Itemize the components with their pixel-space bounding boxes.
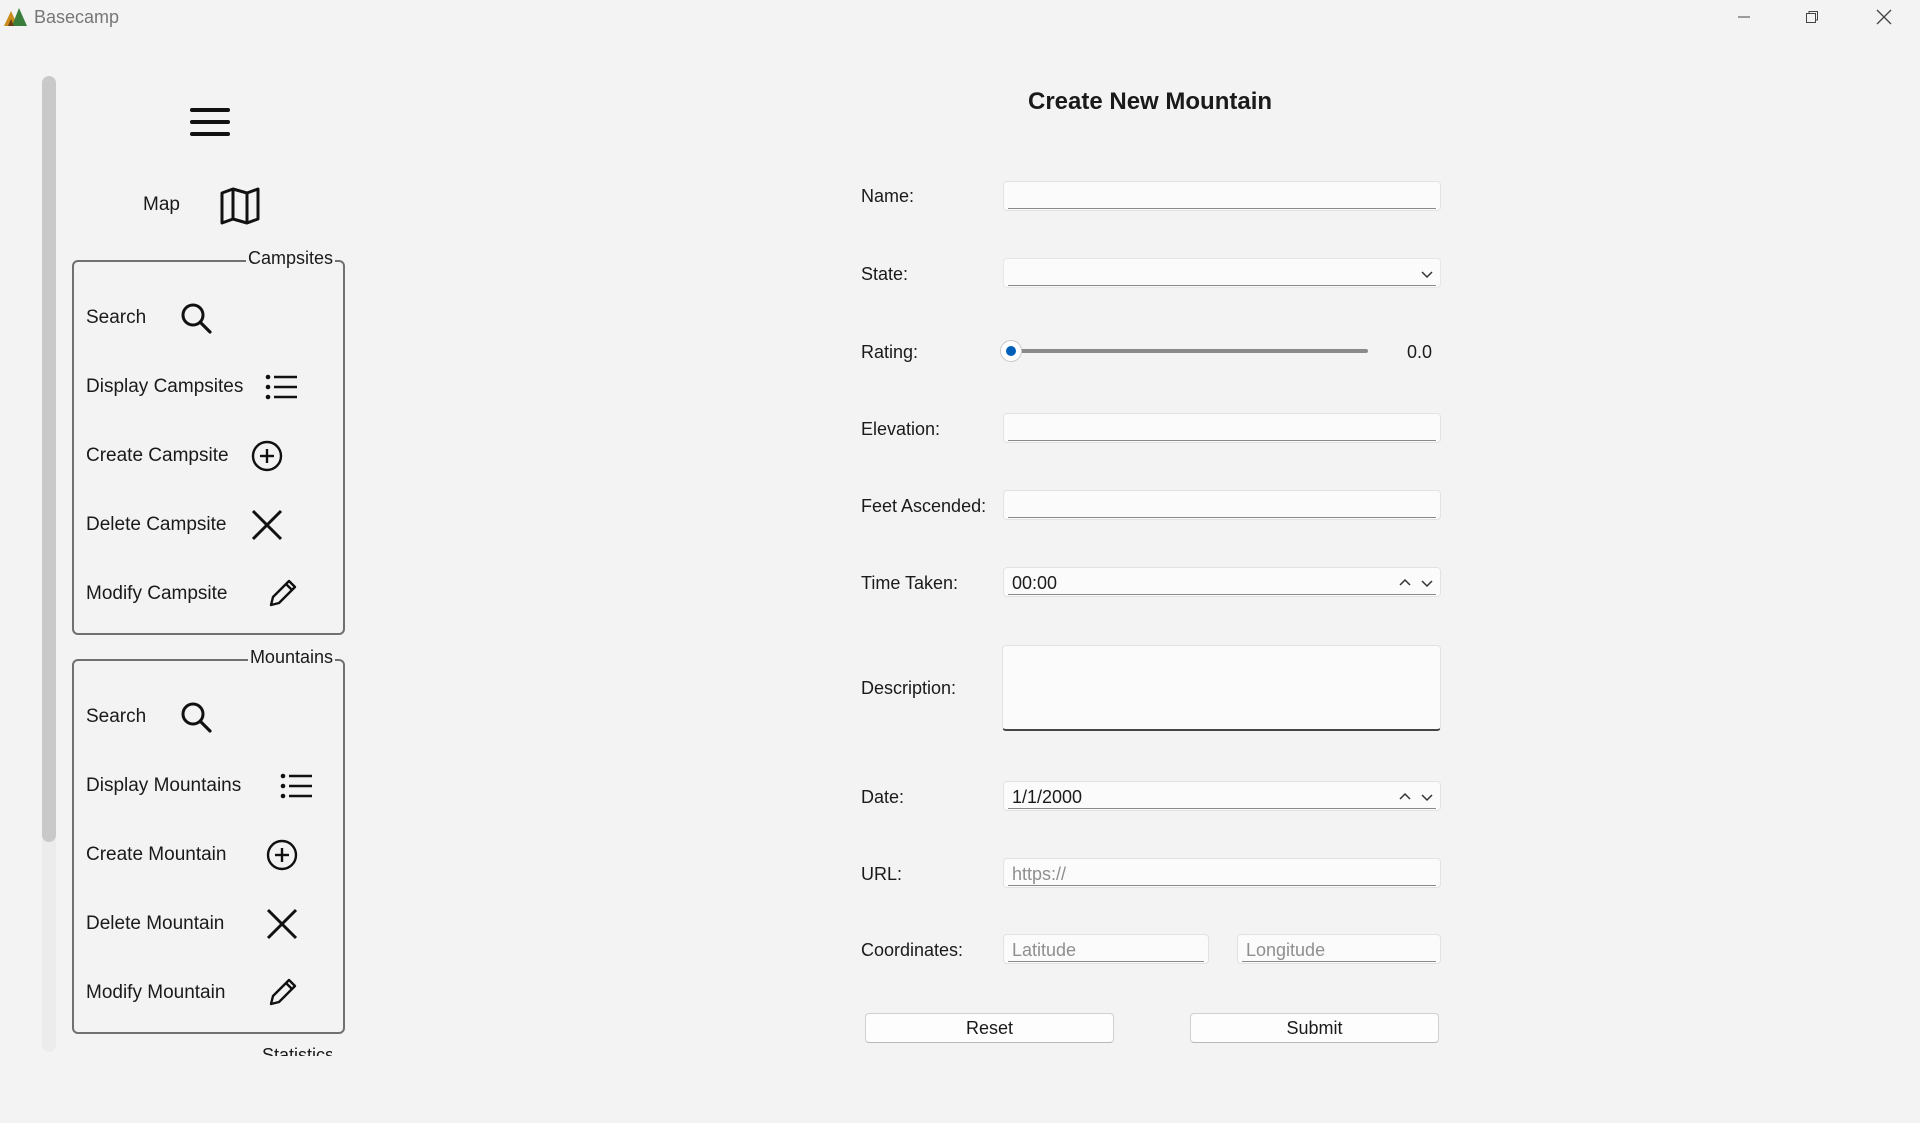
minimize-button[interactable] [1710,0,1778,34]
state-select[interactable] [1003,258,1441,288]
coordinates-label: Coordinates: [861,940,964,960]
campsites-group-title: Campsites [245,248,335,269]
url-label: URL: [861,864,903,884]
rating-slider-thumb[interactable] [1000,340,1022,362]
delete-campsite-item[interactable]: Delete Campsite [86,505,226,545]
nav-label: Display Mountains [86,775,242,796]
chevron-down-icon[interactable] [1418,788,1436,806]
elevation-input[interactable] [1003,413,1441,443]
nav-label: Create Campsite [86,445,229,466]
map-label[interactable]: Map [143,194,180,216]
longitude-placeholder: Longitude [1246,940,1326,960]
add-circle-icon[interactable] [262,835,302,875]
nav-label: Search [86,706,147,727]
chevron-up-icon[interactable] [1396,574,1414,592]
nav-label: Modify Mountain [86,982,226,1003]
list-icon[interactable] [262,367,302,407]
name-label: Name: [861,186,915,206]
url-placeholder: https:// [1012,864,1067,884]
mountain-search-item[interactable]: Search [86,697,146,737]
add-circle-icon[interactable] [247,436,287,476]
latitude-placeholder: Latitude [1012,940,1077,960]
close-icon [1876,9,1892,25]
maximize-button[interactable] [1778,0,1846,34]
chevron-up-icon[interactable] [1396,788,1414,806]
display-mountains-item[interactable]: Display Mountains [86,766,241,806]
chevron-down-icon[interactable] [1418,574,1436,592]
date-label: Date: [861,787,905,807]
campsite-search-item[interactable]: Search [86,298,146,338]
chevron-down-icon [1421,271,1433,279]
modify-campsite-item[interactable]: Modify Campsite [86,574,228,614]
pencil-icon[interactable] [262,574,302,614]
nav-label: Delete Mountain [86,913,225,934]
close-icon[interactable] [247,505,287,545]
map-icon[interactable] [218,184,262,228]
rating-slider-track[interactable] [1014,349,1368,353]
hamburger-icon[interactable] [188,104,232,140]
app-logo-icon [4,8,27,26]
sidebar-scrollbar[interactable] [42,76,56,1052]
campsites-group: Campsites Search Display Campsites Creat… [72,248,345,635]
feet-ascended-input[interactable] [1003,490,1441,520]
time-taken-label: Time Taken: [861,573,959,593]
title-bar: Basecamp [0,0,1920,36]
date-value: 1/1/2000 [1012,787,1083,807]
description-textarea[interactable] [1002,645,1441,731]
nav-label: Create Mountain [86,844,227,865]
elevation-label: Elevation: [861,419,941,439]
longitude-input[interactable]: Longitude [1237,934,1441,964]
create-mountain-item[interactable]: Create Mountain [86,835,226,875]
name-input[interactable] [1003,181,1441,211]
search-icon[interactable] [176,697,216,737]
modify-mountain-item[interactable]: Modify Mountain [86,973,225,1013]
statistics-group-title-peek: Statistics [262,1046,332,1056]
display-campsites-item[interactable]: Display Campsites [86,367,243,407]
nav-label: Search [86,307,147,328]
rating-label: Rating: [861,342,919,362]
time-taken-spinbox[interactable]: 00:00 [1003,567,1441,597]
description-label: Description: [861,678,957,698]
nav-label: Modify Campsite [86,583,228,604]
reset-button[interactable]: Reset [865,1013,1114,1043]
search-icon[interactable] [176,298,216,338]
delete-mountain-item[interactable]: Delete Mountain [86,904,224,944]
mountains-group: Mountains Search Display Mountains Creat… [72,647,345,1034]
minimize-icon [1738,16,1750,18]
close-window-button[interactable] [1850,0,1918,34]
nav-label: Display Campsites [86,376,244,397]
rating-value: 0.0 [1407,342,1433,362]
mountains-group-title: Mountains [247,647,335,668]
time-taken-value: 00:00 [1012,573,1058,593]
url-input[interactable]: https:// [1003,858,1441,888]
maximize-icon [1806,11,1818,23]
submit-button[interactable]: Submit [1190,1013,1439,1043]
feet-ascended-label: Feet Ascended: [861,496,987,516]
state-label: State: [861,264,909,284]
latitude-input[interactable]: Latitude [1003,934,1209,964]
list-icon[interactable] [277,766,317,806]
window-title: Basecamp [34,7,120,27]
pencil-icon[interactable] [262,973,302,1013]
date-spinbox[interactable]: 1/1/2000 [1003,781,1441,811]
page-title: Create New Mountain [1028,88,1273,115]
create-campsite-item[interactable]: Create Campsite [86,436,229,476]
scrollbar-thumb[interactable] [42,76,56,842]
nav-label: Delete Campsite [86,514,227,535]
close-icon[interactable] [262,904,302,944]
